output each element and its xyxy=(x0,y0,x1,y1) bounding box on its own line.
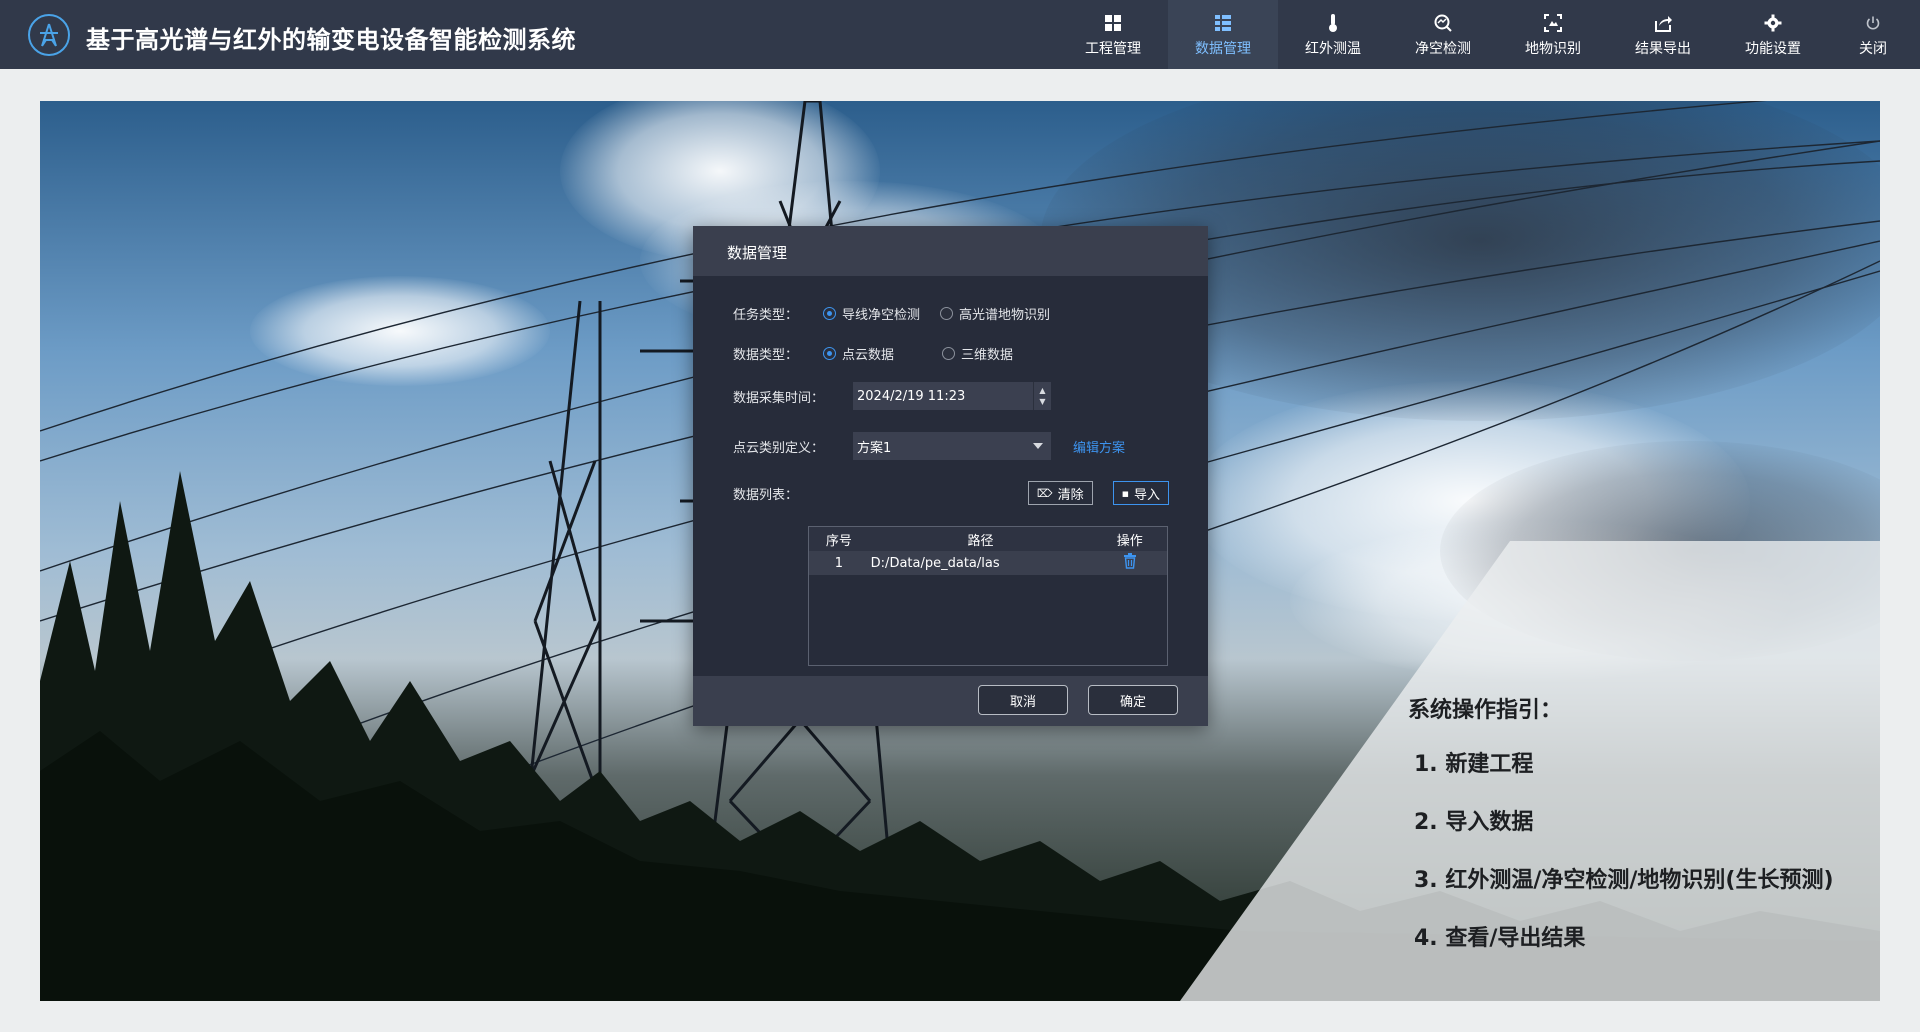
clear-label: 清除 xyxy=(1057,487,1084,503)
top-bar: 基于高光谱与红外的输变电设备智能检测系统 工程管理 数据管理 红外测温 净空检测 xyxy=(0,0,1920,69)
nav-infrared-temperature[interactable]: 红外测温 xyxy=(1278,0,1388,69)
radio-label: 导线净空检测 xyxy=(842,308,921,323)
radio-unchecked-icon xyxy=(940,307,954,320)
radio-checked-icon xyxy=(823,347,836,360)
radio-clearance-detection[interactable]: 导线净空检测 xyxy=(823,304,920,323)
guide-step: 2. 导入数据 xyxy=(1414,810,1534,835)
nav-object-recognition[interactable]: 地物识别 xyxy=(1498,0,1608,69)
nav-label: 功能设置 xyxy=(1745,40,1801,57)
eraser-icon: ⌦ xyxy=(1037,486,1053,500)
radio-3d-data[interactable]: 三维数据 xyxy=(942,344,1013,363)
pc-category-select[interactable]: 方案1 xyxy=(853,432,1051,460)
data-list-row: 数据列表： ⌦ 清除 ▪ 导入 xyxy=(733,481,1173,505)
guide-step: 1. 新建工程 xyxy=(1414,752,1534,777)
cancel-button[interactable]: 取消 xyxy=(978,685,1068,715)
logo-icon xyxy=(40,23,58,47)
database-list-icon xyxy=(1212,12,1234,34)
nav-close[interactable]: 关闭 xyxy=(1828,0,1918,69)
search-scan-icon xyxy=(1432,12,1454,34)
spin-up-icon[interactable]: ▲ xyxy=(1039,385,1045,396)
radio-label: 三维数据 xyxy=(961,348,1014,363)
column-header: 序号 xyxy=(825,533,852,549)
recognize-icon xyxy=(1542,12,1564,34)
pc-category-label: 点云类别定义： xyxy=(733,440,825,456)
row-index: 1 xyxy=(834,555,843,571)
thermometer-icon xyxy=(1322,12,1344,34)
operation-guide: 系统操作指引： 1. 新建工程 2. 导入数据 3. 红外测温/净空检测/地物识… xyxy=(1408,692,1834,978)
radio-label: 点云数据 xyxy=(842,348,895,363)
radio-hyperspectral-recognition[interactable]: 高光谱地物识别 xyxy=(940,304,1050,323)
nav-label: 结果导出 xyxy=(1635,40,1691,57)
guide-step: 3. 红外测温/净空检测/地物识别(生长预测) xyxy=(1414,868,1834,893)
pc-category-value: 方案1 xyxy=(857,440,892,456)
radio-unchecked-icon xyxy=(942,347,956,360)
grid-icon xyxy=(1102,12,1124,34)
nav-project-management[interactable]: 工程管理 xyxy=(1058,0,1168,69)
collect-time-label: 数据采集时间： xyxy=(733,390,825,406)
radio-label: 高光谱地物识别 xyxy=(959,308,1051,323)
nav-result-export[interactable]: 结果导出 xyxy=(1608,0,1718,69)
app-title: 基于高光谱与红外的输变电设备智能检测系统 xyxy=(86,26,576,54)
nav-label: 净空检测 xyxy=(1415,40,1471,57)
pc-category-row: 点云类别定义： 方案1 编辑方案 xyxy=(733,432,1125,460)
import-label: 导入 xyxy=(1134,487,1161,503)
nav-clearance-detection[interactable]: 净空检测 xyxy=(1388,0,1498,69)
column-header: 操作 xyxy=(1116,533,1143,549)
radio-checked-icon xyxy=(823,307,836,320)
guide-title: 系统操作指引： xyxy=(1408,698,1563,723)
chevron-down-icon xyxy=(1033,443,1043,449)
nav-label: 工程管理 xyxy=(1085,40,1141,57)
dialog-title: 数据管理 xyxy=(693,226,1208,276)
column-header: 路径 xyxy=(967,533,994,549)
nav-label: 数据管理 xyxy=(1195,40,1251,57)
collect-time-row: 数据采集时间： 2024/2/19 11:23 ▲ ▼ xyxy=(733,382,1051,410)
spin-down-icon[interactable]: ▼ xyxy=(1039,396,1045,407)
guide-step: 4. 查看/导出结果 xyxy=(1414,926,1586,951)
row-path: D:/Data/pe_data/las xyxy=(870,555,1000,571)
nav-function-settings[interactable]: 功能设置 xyxy=(1718,0,1828,69)
nav-label: 关闭 xyxy=(1859,40,1887,57)
gear-icon xyxy=(1762,12,1784,34)
dialog-footer: 取消 确定 xyxy=(693,676,1208,726)
table-header: 序号 路径 操作 xyxy=(809,527,1167,551)
table-row[interactable]: 1 D:/Data/pe_data/las xyxy=(809,551,1167,575)
data-type-row: 数据类型： 点云数据 三维数据 xyxy=(733,344,1033,363)
time-spinner[interactable]: ▲ ▼ xyxy=(1033,382,1051,410)
data-list-table: 序号 路径 操作 1 D:/Data/pe_data/las xyxy=(808,526,1168,666)
delete-icon[interactable] xyxy=(1092,553,1167,573)
app-logo xyxy=(28,14,70,56)
ok-button[interactable]: 确定 xyxy=(1088,685,1178,715)
export-icon xyxy=(1652,12,1674,34)
clear-button[interactable]: ⌦ 清除 xyxy=(1028,481,1093,505)
collect-time-value: 2024/2/19 11:23 xyxy=(857,388,966,404)
main-nav: 工程管理 数据管理 红外测温 净空检测 地物识别 结果导出 功能设置 关闭 xyxy=(1058,0,1918,69)
nav-label: 地物识别 xyxy=(1525,40,1581,57)
import-button[interactable]: ▪ 导入 xyxy=(1112,481,1170,505)
data-management-dialog: 数据管理 任务类型： 导线净空检测 高光谱地物识别 数据类型： 点云数据 三维数… xyxy=(693,226,1208,726)
nav-data-management[interactable]: 数据管理 xyxy=(1168,0,1278,69)
task-type-label: 任务类型： xyxy=(733,308,799,323)
import-icon: ▪ xyxy=(1121,486,1130,500)
collect-time-input[interactable]: 2024/2/19 11:23 ▲ ▼ xyxy=(853,382,1051,410)
edit-scheme-link[interactable]: 编辑方案 xyxy=(1073,437,1125,456)
data-type-label: 数据类型： xyxy=(733,348,799,363)
nav-label: 红外测温 xyxy=(1305,40,1361,57)
data-list-label: 数据列表： xyxy=(733,487,799,503)
power-icon xyxy=(1862,12,1884,34)
radio-point-cloud[interactable]: 点云数据 xyxy=(823,344,894,363)
task-type-row: 任务类型： 导线净空检测 高光谱地物识别 xyxy=(733,304,1070,323)
